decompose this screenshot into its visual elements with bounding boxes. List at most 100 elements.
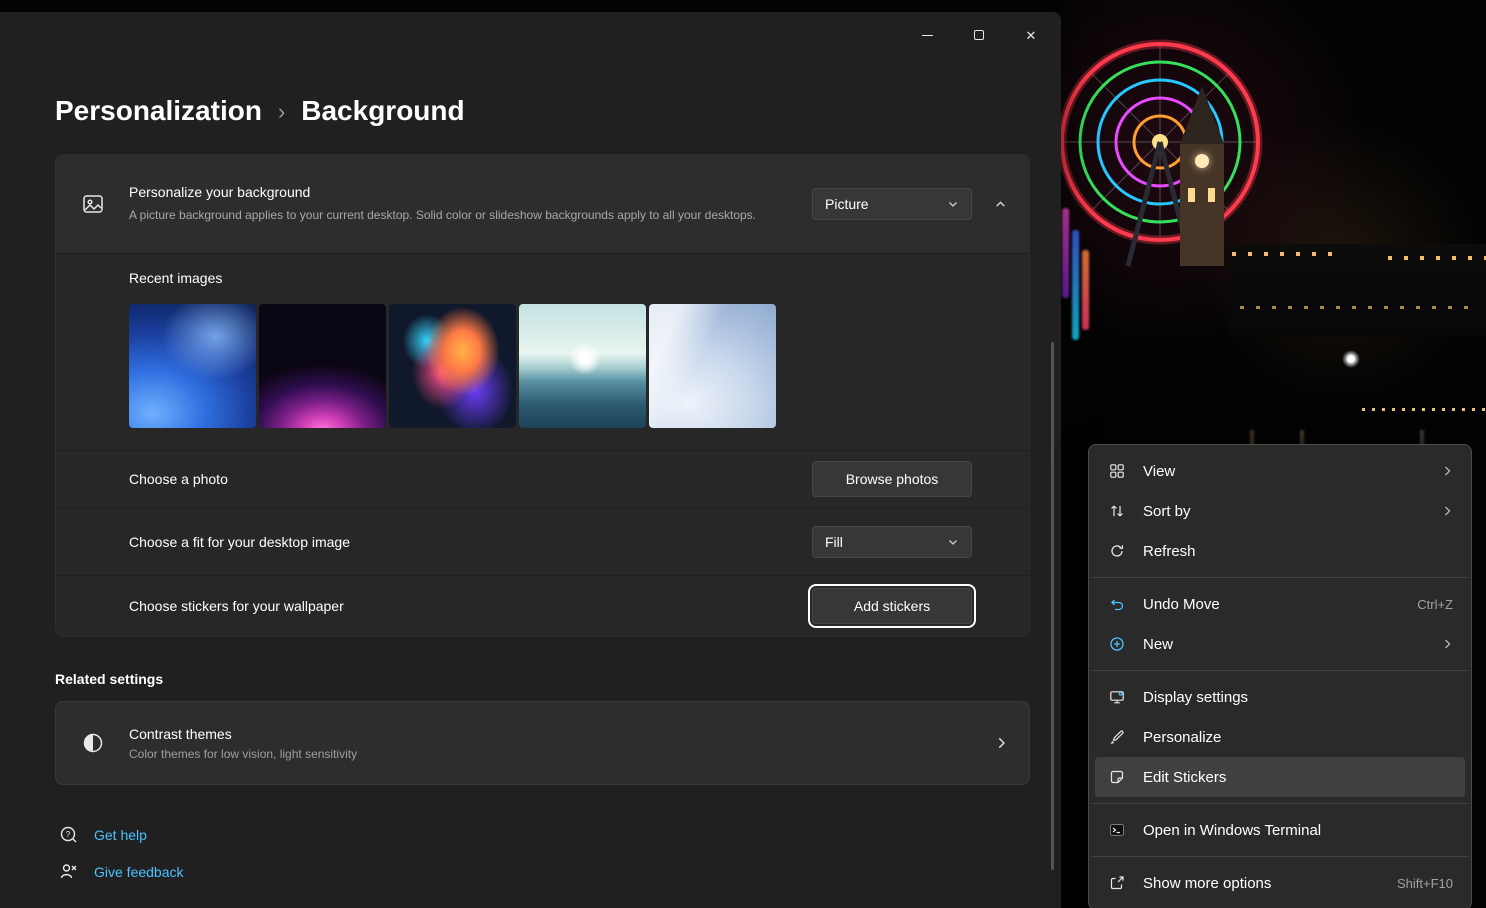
- menu-separator: [1091, 670, 1469, 671]
- recent-image-dark-glow-purple[interactable]: [259, 304, 386, 428]
- display-icon: [1107, 689, 1127, 705]
- string-lights: [1362, 408, 1486, 411]
- page-title-background: Background: [301, 95, 464, 127]
- contrast-themes-title: Contrast themes: [129, 726, 972, 742]
- get-help-link[interactable]: ? Get help: [59, 825, 1030, 845]
- undo-icon: [1107, 596, 1127, 612]
- menu-item-refresh[interactable]: Refresh: [1095, 531, 1465, 571]
- choose-fit-row: Choose a fit for your desktop image Fill: [56, 507, 1029, 575]
- browse-photos-button[interactable]: Browse photos: [812, 461, 972, 497]
- menu-item-undo-move[interactable]: Undo Move Ctrl+Z: [1095, 584, 1465, 624]
- building-lights: [1240, 306, 1480, 309]
- breadcrumb: Personalization › Background: [55, 90, 1030, 132]
- minimize-button[interactable]: [901, 12, 953, 58]
- give-feedback-label: Give feedback: [94, 864, 184, 880]
- recent-image-beach-sunrise[interactable]: [519, 304, 646, 428]
- recent-images-section: Recent images: [56, 253, 1029, 450]
- menu-item-new[interactable]: New: [1095, 624, 1465, 664]
- contrast-themes-card[interactable]: Contrast themes Color themes for low vis…: [55, 701, 1030, 785]
- menu-item-label: New: [1143, 636, 1425, 653]
- card-description: A picture background applies to your cur…: [129, 206, 769, 225]
- chevron-down-icon: [947, 198, 959, 210]
- refresh-icon: [1107, 543, 1127, 559]
- menu-item-show-more-options[interactable]: Show more options Shift+F10: [1095, 863, 1465, 903]
- menu-item-personalize[interactable]: Personalize: [1095, 717, 1465, 757]
- menu-item-edit-stickers[interactable]: Edit Stickers: [1095, 757, 1465, 797]
- menu-separator: [1091, 803, 1469, 804]
- recent-image-bloom-light[interactable]: [649, 304, 776, 428]
- submenu-chevron-icon: [1441, 505, 1453, 517]
- menu-item-label: Refresh: [1143, 543, 1453, 560]
- menu-item-label: Show more options: [1143, 875, 1381, 892]
- choose-photo-label: Choose a photo: [56, 471, 812, 487]
- new-plus-icon: [1107, 636, 1127, 652]
- submenu-chevron-icon: [1441, 638, 1453, 650]
- feedback-icon: [59, 862, 79, 882]
- choose-stickers-label: Choose stickers for your wallpaper: [56, 598, 812, 614]
- personalize-background-card: Personalize your background A picture ba…: [56, 155, 1029, 253]
- chevron-right-icon: [972, 736, 1029, 750]
- recent-image-abstract-ribbon[interactable]: [389, 304, 516, 428]
- building-lights: [1232, 252, 1342, 256]
- minimize-icon: [922, 35, 933, 36]
- menu-item-label: Personalize: [1143, 729, 1453, 746]
- maximize-button[interactable]: [953, 12, 1005, 58]
- picture-icon: [56, 192, 129, 216]
- choose-photo-row: Choose a photo Browse photos: [56, 450, 1029, 507]
- background-type-dropdown[interactable]: Picture: [812, 188, 972, 220]
- footer-links: ? Get help Give feedback: [55, 825, 1030, 882]
- menu-item-label: Display settings: [1143, 689, 1453, 706]
- breadcrumb-personalization[interactable]: Personalization: [55, 95, 262, 127]
- card-title: Personalize your background: [129, 184, 796, 200]
- menu-shortcut: Ctrl+Z: [1417, 597, 1453, 612]
- add-stickers-button[interactable]: Add stickers: [812, 588, 972, 624]
- recent-images-label: Recent images: [129, 270, 1029, 286]
- choose-stickers-row: Choose stickers for your wallpaper Add s…: [56, 575, 1029, 636]
- related-settings-heading: Related settings: [55, 671, 1030, 687]
- fit-dropdown[interactable]: Fill: [812, 526, 972, 558]
- view-grid-icon: [1107, 463, 1127, 479]
- contrast-themes-subtitle: Color themes for low vision, light sensi…: [129, 747, 972, 761]
- dropdown-value: Fill: [825, 534, 843, 550]
- chevron-up-icon: [994, 198, 1007, 211]
- menu-separator: [1091, 856, 1469, 857]
- menu-item-open-windows-terminal[interactable]: Open in Windows Terminal: [1095, 810, 1465, 850]
- background-expander: Personalize your background A picture ba…: [55, 154, 1030, 637]
- get-help-label: Get help: [94, 827, 147, 843]
- menu-separator: [1091, 577, 1469, 578]
- desktop-context-menu: View Sort by Refresh: [1088, 444, 1472, 908]
- menu-shortcut: Shift+F10: [1397, 876, 1453, 891]
- svg-text:?: ?: [66, 829, 71, 839]
- maximize-icon: [974, 30, 984, 40]
- breadcrumb-chevron-icon: ›: [278, 97, 285, 125]
- card-text: Personalize your background A picture ba…: [129, 184, 812, 225]
- expander-collapse-button[interactable]: [972, 198, 1029, 211]
- close-button[interactable]: ✕: [1005, 12, 1057, 58]
- submenu-chevron-icon: [1441, 465, 1453, 477]
- terminal-icon: [1107, 822, 1127, 838]
- open-external-icon: [1107, 875, 1127, 891]
- contrast-icon: [56, 732, 129, 754]
- window-controls: ✕: [901, 12, 1057, 58]
- paintbrush-icon: [1107, 729, 1127, 745]
- help-icon: ?: [59, 825, 79, 845]
- neon-streak: [1082, 250, 1089, 330]
- neon-streak: [1072, 230, 1079, 340]
- menu-item-label: Sort by: [1143, 503, 1425, 520]
- menu-item-label: Edit Stickers: [1143, 769, 1453, 786]
- menu-item-sort-by[interactable]: Sort by: [1095, 491, 1465, 531]
- chevron-down-icon: [947, 536, 959, 548]
- recent-image-windows-bloom-blue[interactable]: [129, 304, 256, 428]
- neon-streak: [1062, 208, 1069, 298]
- choose-fit-label: Choose a fit for your desktop image: [56, 534, 812, 550]
- menu-item-view[interactable]: View: [1095, 451, 1465, 491]
- settings-content: Personalization › Background Personalize…: [55, 60, 1030, 882]
- scrollbar[interactable]: [1051, 342, 1054, 870]
- give-feedback-link[interactable]: Give feedback: [59, 862, 1030, 882]
- menu-item-display-settings[interactable]: Display settings: [1095, 677, 1465, 717]
- card-text: Contrast themes Color themes for low vis…: [129, 726, 972, 761]
- menu-item-label: Undo Move: [1143, 596, 1401, 613]
- menu-item-label: Open in Windows Terminal: [1143, 822, 1453, 839]
- sticker-icon: [1107, 769, 1127, 785]
- dropdown-value: Picture: [825, 196, 869, 212]
